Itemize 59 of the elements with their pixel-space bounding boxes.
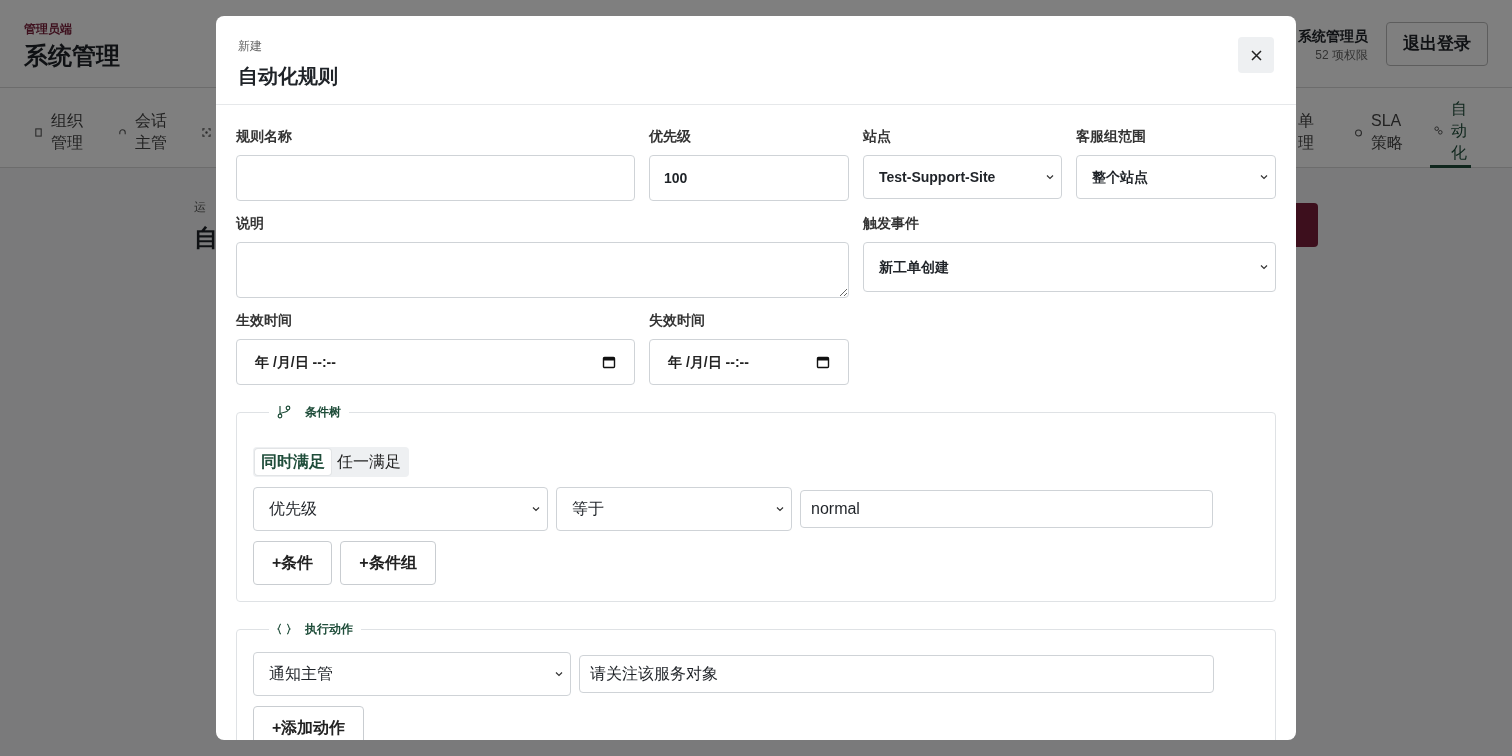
chevron-down-icon [554, 669, 564, 679]
building-icon [34, 127, 43, 137]
chevron-down-icon [1259, 172, 1269, 182]
match-mode-toggle[interactable]: 同时满足 [255, 449, 331, 475]
add-button[interactable]: +添加动作 [253, 706, 365, 740]
app-title: 系统管理 [24, 41, 120, 71]
braces-icon [277, 623, 291, 635]
add-button[interactable]: +条件 [253, 541, 333, 585]
add-button[interactable]: +条件组 [340, 541, 436, 585]
close-button[interactable] [1238, 37, 1274, 73]
field-label: 规则名称 [236, 127, 293, 146]
section-title: 执行动作 [305, 621, 353, 638]
chevron-down-icon [1259, 262, 1269, 272]
dropdown[interactable]: 优先级 [253, 487, 548, 531]
text-area[interactable] [236, 242, 849, 298]
input-field[interactable] [236, 155, 635, 201]
match-mode-toggle[interactable]: 任一满足 [331, 449, 407, 475]
dropdown[interactable]: 等于 [556, 487, 792, 531]
close-icon [1250, 49, 1262, 61]
input-field[interactable]: normal [800, 490, 1213, 528]
page-eyebrow: 运 [194, 199, 206, 216]
dropdown[interactable]: 整个站点 [1076, 155, 1276, 199]
chevron-down-icon [1045, 172, 1055, 182]
dropdown[interactable]: 新工单创建 [863, 242, 1276, 292]
chevron-down-icon [775, 504, 785, 514]
branch-icon [277, 405, 291, 419]
field-label: 客服组范围 [1076, 127, 1147, 146]
field-label: 站点 [863, 127, 892, 146]
nav-tab[interactable]: 单理 [1298, 96, 1314, 168]
calendar-icon [602, 355, 616, 369]
input-field[interactable]: 请关注该服务对象 [579, 655, 1214, 693]
nav-tab[interactable]: 会话主管 [114, 96, 173, 168]
headset-icon [118, 127, 127, 137]
dropdown[interactable]: 通知主管 [253, 652, 571, 696]
modal-eyebrow: 新建 [238, 38, 263, 55]
chevron-down-icon [531, 504, 541, 514]
field-label: 触发事件 [863, 214, 920, 233]
timer-icon [1354, 127, 1363, 137]
field-label: 失效时间 [649, 311, 706, 330]
user-name: 系统管理员 [1298, 27, 1368, 46]
field-label: 说明 [236, 214, 265, 233]
section-title: 条件树 [305, 404, 341, 421]
logout-button[interactable]: 退出登录 [1386, 22, 1488, 66]
input-field[interactable]: 100 [649, 155, 849, 201]
nav-tab[interactable]: 自动化 [1430, 96, 1471, 168]
nav-tab[interactable]: SLA策略 [1350, 96, 1409, 168]
field-label: 生效时间 [236, 311, 293, 330]
page-title: 自 [194, 223, 218, 253]
role-label: 管理员端 [24, 21, 72, 38]
scan-icon [202, 127, 211, 137]
dropdown[interactable]: Test-Support-Site [863, 155, 1062, 199]
modal-title: 自动化规则 [238, 64, 338, 89]
link-icon [1434, 126, 1443, 135]
datetime-field[interactable]: 年 /月/日 --:-- [649, 339, 849, 385]
permission-count: 52 项权限 [1315, 47, 1368, 64]
datetime-field[interactable]: 年 /月/日 --:-- [236, 339, 635, 385]
calendar-icon [816, 355, 830, 369]
field-label: 优先级 [649, 127, 692, 146]
nav-tab[interactable]: 组织管理 [30, 96, 89, 168]
